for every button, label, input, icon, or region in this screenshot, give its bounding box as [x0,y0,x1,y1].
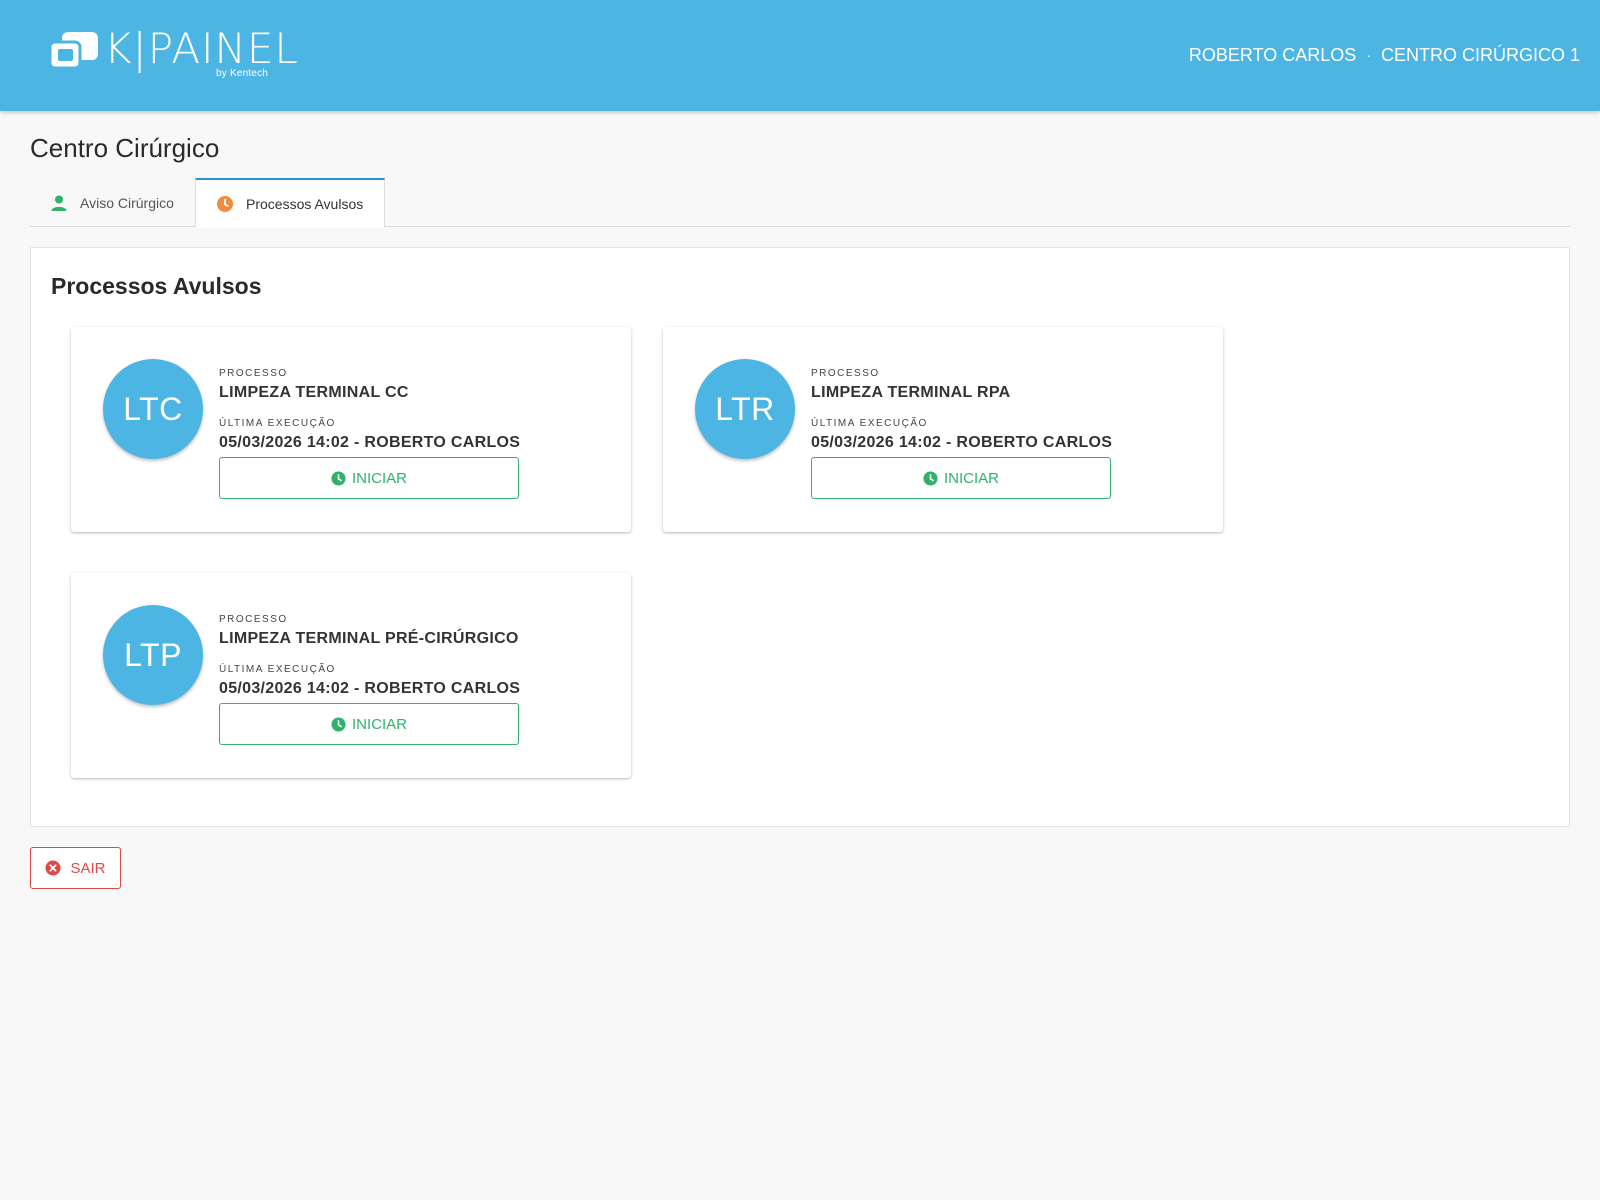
last-exec-label: ÚLTIMA EXECUÇÃO [219,418,336,429]
iniciar-button[interactable]: INICIAR [219,703,519,745]
process-info: PROCESSO LIMPEZA TERMINAL RPA ÚLTIMA EXE… [811,367,1151,453]
process-label: PROCESSO [219,368,288,379]
tab-label: Aviso Cirúrgico [80,194,174,211]
process-name: LIMPEZA TERMINAL RPA [811,384,1011,401]
process-info: PROCESSO LIMPEZA TERMINAL CC ÚLTIMA EXEC… [219,367,559,453]
clock-icon [923,470,938,486]
close-circle-icon [45,860,61,876]
top-header: K|PAINEL by Kentech ROBERTO CARLOS · CEN… [0,0,1600,111]
process-card: LTR PROCESSO LIMPEZA TERMINAL RPA ÚLTIMA… [663,327,1223,532]
tab-bar: Aviso Cirúrgico Processos Avulsos [30,178,1570,228]
tab-processos-avulsos[interactable]: Processos Avulsos [195,178,385,228]
iniciar-label: INICIAR [351,469,407,487]
last-exec-label: ÚLTIMA EXECUÇÃO [219,664,336,675]
separator: · [1366,47,1371,63]
user-context: ROBERTO CARLOS · CENTRO CIRÚRGICO 1 [1189,43,1580,67]
sair-button[interactable]: SAIR [30,847,121,889]
last-exec-value: 05/03/2026 14:02 - ROBERTO CARLOS [219,680,521,697]
page-title: Centro Cirúrgico [30,133,220,163]
user-icon [51,195,67,211]
process-avatar: LTP [103,605,203,705]
iniciar-label: INICIAR [351,715,407,733]
iniciar-button[interactable]: INICIAR [219,457,519,499]
sair-label: SAIR [70,859,106,877]
logo-subtext: by Kentech [216,68,269,79]
clock-icon [331,716,346,732]
iniciar-label: INICIAR [943,469,999,487]
process-name: LIMPEZA TERMINAL CC [219,384,409,401]
process-label: PROCESSO [811,368,880,379]
process-card: LTP PROCESSO LIMPEZA TERMINAL PRÉ-CIRÚRG… [71,573,631,778]
logo-text: K|PAINEL [104,24,299,73]
panel-title: Processos Avulsos [51,273,262,299]
clock-icon [331,470,346,486]
tab-aviso-cirurgico[interactable]: Aviso Cirúrgico [30,178,195,227]
process-name: LIMPEZA TERMINAL PRÉ-CIRÚRGICO [219,630,519,647]
location-name[interactable]: CENTRO CIRÚRGICO 1 [1381,43,1580,67]
process-avatar: LTR [695,359,795,459]
process-card: LTC PROCESSO LIMPEZA TERMINAL CC ÚLTIMA … [71,327,631,532]
processos-panel: Processos Avulsos LTC PROCESSO LIMPEZA T… [30,247,1570,827]
last-exec-value: 05/03/2026 14:02 - ROBERTO CARLOS [219,434,521,451]
tab-label: Processos Avulsos [246,195,364,212]
iniciar-button[interactable]: INICIAR [811,457,1111,499]
last-exec-value: 05/03/2026 14:02 - ROBERTO CARLOS [811,434,1113,451]
process-label: PROCESSO [219,614,288,625]
last-exec-label: ÚLTIMA EXECUÇÃO [811,418,928,429]
process-info: PROCESSO LIMPEZA TERMINAL PRÉ-CIRÚRGICO … [219,613,559,699]
clock-icon [217,195,233,212]
app-logo: K|PAINEL by Kentech [48,24,298,82]
process-avatar: LTC [103,359,203,459]
logo-mark-icon [48,32,98,70]
user-name[interactable]: ROBERTO CARLOS [1189,43,1356,67]
